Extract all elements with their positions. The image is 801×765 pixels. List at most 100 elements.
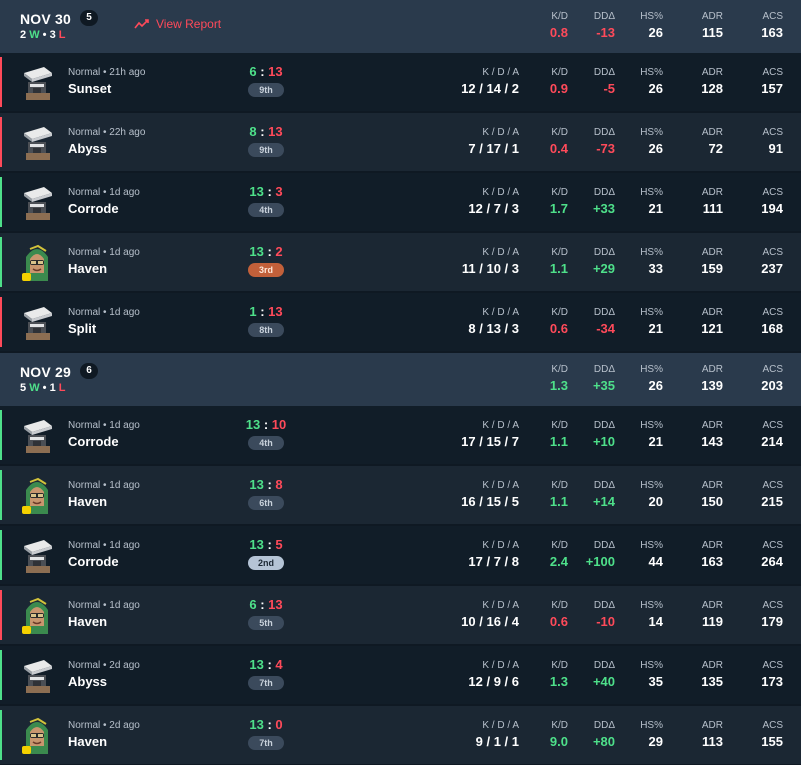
match-row[interactable]: Normal • 1d ago Corrode 13 : 10 4th K / D / … [0,406,801,464]
score-enemy: 13 [268,304,283,319]
robot-agent-icon [18,656,56,694]
score-team: 13 [249,244,264,259]
stat-acs: ACS 179 [761,600,783,630]
score-enemy: 5 [275,537,283,552]
stat-value: 7 / 17 / 1 [468,141,519,156]
stat-hs: HS% 21 [640,307,663,337]
wins-letter: W [29,382,40,394]
score-separator: : [260,124,265,139]
stat-label: K/D [551,600,568,611]
stat-kda: K / D / A 12 / 14 / 2 [461,67,519,97]
match-row[interactable]: Normal • 1d ago Split 1 : 13 8th K / D / A 8 … [0,293,801,351]
wins-count: 2 [20,29,27,41]
match-row[interactable]: Normal • 1d ago Corrode 13 : 3 4th K / D / A… [0,173,801,231]
match-row[interactable]: Normal • 1d ago Haven 6 : 13 5th K / D / A 10… [0,586,801,644]
score-enemy: 3 [275,184,283,199]
stat-adr: ADR 135 [701,660,723,690]
stat-hs: HS% 21 [640,420,663,450]
stat-value: +10 [592,434,615,449]
match-row[interactable]: Normal • 2d ago Haven 13 : 0 7th K / D / A 9 … [0,706,801,764]
stat-label: ADR [701,127,723,138]
day-header: NOV 30 5 2 W • 3 L View Report K/D 0.8 DDΔ -13 H… [0,0,801,53]
stat-value: 157 [761,81,783,96]
score-enemy: 8 [275,477,283,492]
score-enemy: 0 [275,717,283,732]
stat-label: DDΔ [593,480,615,491]
stat-label: DDΔ [593,67,615,78]
stat-label: ADR [701,247,723,258]
stat-value: 121 [701,321,723,336]
stat-value: 8 / 13 / 3 [468,321,519,336]
stat-label: ADR [701,600,723,611]
losses-count: 3 [49,29,56,41]
stat-label: K / D / A [482,127,519,138]
record-separator: • [42,29,47,41]
match-row[interactable]: Normal • 2d ago Abyss 13 : 4 7th K / D / A 12… [0,646,801,704]
stat-value: -10 [596,614,615,629]
view-report-label[interactable]: View Report [156,17,221,31]
match-row[interactable]: Normal • 22h ago Abyss 8 : 13 9th K / D / A 7… [0,113,801,171]
stat-label: HS% [640,67,663,78]
stat-label: K / D / A [482,307,519,318]
stat-label: HS% [640,247,663,258]
stat-label: ADR [701,67,723,78]
stat-acs: ACS 173 [761,660,783,690]
view-report-button[interactable]: View Report [134,17,221,31]
stat-label: ACS [762,420,783,431]
stat-value: -34 [596,321,615,336]
stat-value: +33 [592,201,615,216]
map-name: Corrode [68,201,119,216]
stat-label: K / D / A [482,600,519,611]
trend-icon [134,19,149,29]
stat-kd: K/D 0.9 [550,67,568,97]
stat-label: HS% [640,660,663,671]
stat-dd: DDΔ +14 [593,480,615,510]
stat-label: HS% [640,540,663,551]
score-team: 13 [249,537,264,552]
stat-label: ADR [701,187,723,198]
stat-value: 1.1 [549,261,568,276]
stat-label: K/D [551,67,568,78]
match-row[interactable]: Normal • 1d ago Haven 13 : 8 6th K / D / A 16… [0,466,801,524]
stat-hs: HS% 20 [640,480,663,510]
match-row[interactable]: Normal • 1d ago Haven 13 : 2 3rd K / D / A 11… [0,233,801,291]
match-row[interactable]: Normal • 1d ago Corrode 13 : 5 2nd K / D / A… [0,526,801,584]
stat-acs: ACS 163 [761,11,783,41]
result-indicator-bar [0,410,2,460]
stat-value: 194 [761,201,783,216]
stat-label: K/D [551,364,568,375]
stat-kd: K/D 0.8 [550,11,568,41]
stat-label: K / D / A [482,187,519,198]
day-record: 2 W • 3 L [20,29,65,41]
score-enemy: 13 [268,64,283,79]
placement-badge: 7th [248,676,284,690]
score-separator: : [263,417,269,432]
stat-hs: HS% 26 [640,127,663,157]
green-hood-agent-icon [18,716,56,754]
stat-label: ACS [762,600,783,611]
match-meta: Normal • 1d ago [68,307,140,318]
stat-dd: DDΔ -34 [594,307,615,337]
stat-kd: K/D 1.7 [550,187,568,217]
match-count-badge: 6 [80,363,98,379]
stat-acs: ACS 91 [762,127,783,157]
stat-kd: K/D 0.6 [550,600,568,630]
map-name: Haven [68,494,108,509]
score-separator: : [267,477,272,492]
stat-value: 1.7 [549,201,568,216]
placement-badge: 7th [248,736,284,750]
map-name: Corrode [68,434,119,449]
stat-value: 115 [702,25,723,40]
stat-value: 237 [761,261,783,276]
stat-acs: ACS 237 [761,247,783,277]
match-score: 13 : 2 [226,244,306,259]
stat-kda: K / D / A 17 / 7 / 8 [468,540,519,570]
stat-dd: DDΔ -13 [594,11,615,41]
stat-kd: K/D 2.4 [550,540,568,570]
stat-value: 0.4 [549,141,568,156]
stat-label: K/D [551,540,568,551]
match-meta: Normal • 1d ago [68,247,140,258]
match-row[interactable]: Normal • 21h ago Sunset 6 : 13 9th K / D / A… [0,53,801,111]
stat-hs: HS% 44 [640,540,663,570]
stat-kd: K/D 1.3 [550,364,568,394]
